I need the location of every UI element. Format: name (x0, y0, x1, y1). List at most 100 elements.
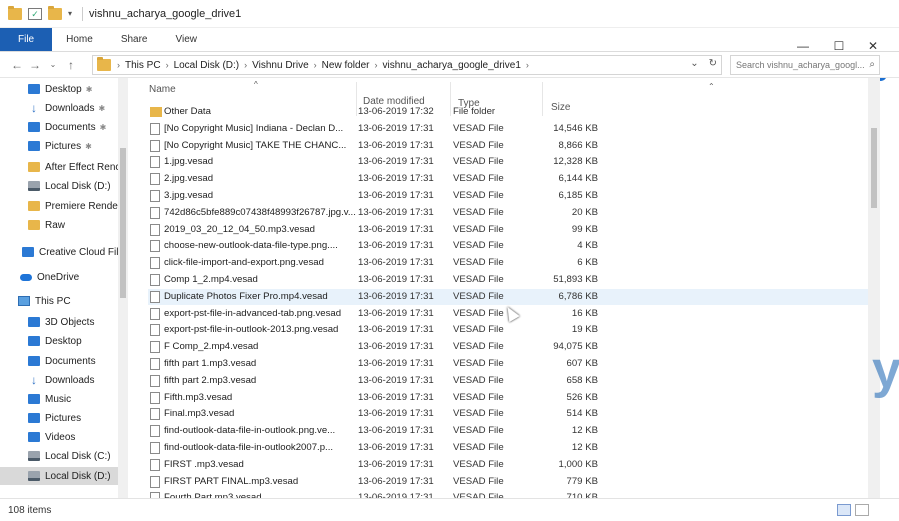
chevron-right-icon[interactable]: › (244, 60, 247, 70)
file-row[interactable]: Final.mp3.vesad 13-06-2019 17:31 VESAD Fil… (148, 406, 868, 422)
nav-item-3d-objects[interactable]: 3D Objects (0, 313, 128, 331)
file-row[interactable]: export-pst-file-in-outlook-2013.png.vesa… (148, 322, 868, 338)
chevron-right-icon[interactable]: › (526, 60, 529, 70)
folder-icon[interactable] (8, 5, 22, 20)
pin-icon[interactable]: ✱ (86, 85, 93, 94)
nav-item-local-disk-c[interactable]: Local Disk (C:) (0, 447, 128, 465)
file-name: [No Copyright Music] Indiana - Declan D.… (164, 122, 344, 134)
nav-item-raw[interactable]: Raw (0, 216, 128, 234)
tab-file[interactable]: File (0, 28, 53, 51)
breadcrumb-this-pc[interactable]: This PC (125, 60, 161, 71)
file-row[interactable]: fifth part 1.mp3.vesad 13-06-2019 17:31 VE… (148, 356, 868, 372)
nav-item-pictures[interactable]: Pictures (0, 409, 128, 427)
breadcrumb-vishnu-drive[interactable]: Vishnu Drive (252, 60, 309, 71)
file-row[interactable]: [No Copyright Music] TAKE THE CHANC... 13… (148, 138, 868, 154)
chevron-right-icon[interactable]: › (374, 60, 377, 70)
file-size: 6,786 KB (558, 290, 598, 302)
address-bar[interactable]: › This PC › Local Disk (D:) › Vishnu Dri… (92, 55, 722, 75)
forward-arrow-icon[interactable]: → (26, 58, 44, 72)
file-size: 526 KB (566, 391, 598, 403)
nav-item-documents[interactable]: Documents ✱ (0, 118, 128, 136)
recent-locations-icon[interactable]: ⌄ (44, 60, 62, 69)
search-icon[interactable]: ⌕ (869, 59, 875, 70)
chevron-right-icon[interactable]: › (117, 60, 120, 70)
back-arrow-icon[interactable]: ← (8, 58, 26, 72)
file-row[interactable]: Fifth.mp3.vesad 13-06-2019 17:31 VESAD Fil… (148, 390, 868, 406)
file-row[interactable]: Other Data 13-06-2019 17:32 File folder (148, 104, 868, 120)
chevron-right-icon[interactable]: › (166, 60, 169, 70)
nav-item-documents[interactable]: Documents (0, 352, 128, 370)
tab-home[interactable]: Home (52, 28, 107, 51)
new-folder-icon[interactable] (48, 5, 62, 20)
nav-item-videos[interactable]: Videos (0, 428, 128, 446)
nav-item-premiere-render[interactable]: Premiere Render (0, 197, 128, 215)
file-row[interactable]: fifth part 2.mp3.vesad 13-06-2019 17:31 VE… (148, 373, 868, 389)
this-pc-icon (18, 296, 30, 306)
nav-item-this-pc[interactable]: This PC (0, 292, 128, 310)
nav-item-label: Local Disk (D:) (45, 180, 111, 192)
nav-scrollbar[interactable] (118, 78, 128, 498)
file-name: FIRST .mp3.vesad (164, 458, 244, 470)
file-icon (150, 391, 160, 404)
file-row[interactable]: Duplicate Photos Fixer Pro.mp4.vesad 13-0… (148, 288, 868, 305)
nav-item-pictures[interactable]: Pictures ✱ (0, 137, 128, 155)
nav-item-downloads[interactable]: ↓ Downloads (0, 371, 128, 389)
breadcrumb-current-folder[interactable]: vishnu_acharya_google_drive1 (382, 60, 520, 71)
file-row[interactable]: Comp 1_2.mp4.vesad 13-06-2019 17:31 VESAD … (148, 272, 868, 288)
file-row[interactable]: FIRST PART FINAL.mp3.vesad 13-06-2019 17:… (148, 474, 868, 490)
nav-item-local-disk-d[interactable]: Local Disk (D:) (0, 177, 128, 195)
file-row[interactable]: 2.jpg.vesad 13-06-2019 17:31 VESAD File 6,1… (148, 171, 868, 187)
up-arrow-icon[interactable]: ↑ (62, 58, 80, 72)
breadcrumb-new-folder[interactable]: New folder (322, 60, 370, 71)
nav-item-after-effect-renc[interactable]: After Effect Renc (0, 158, 128, 176)
file-icon (150, 156, 160, 169)
file-icon (150, 190, 160, 202)
file-row[interactable]: find-outlook-data-file-in-outlook2007.p.… (148, 440, 868, 456)
tab-share[interactable]: Share (107, 28, 162, 51)
nav-item-local-disk-d[interactable]: Local Disk (D:) (0, 467, 128, 485)
file-row[interactable]: click-file-import-and-export.png.vesad 13… (148, 255, 868, 271)
file-row[interactable]: find-outlook-data-file-in-outlook.png.ve… (148, 423, 868, 439)
nav-item-downloads[interactable]: ↓ Downloads ✱ (0, 99, 128, 117)
pin-icon[interactable]: ✱ (100, 123, 107, 132)
file-size: 20 KB (571, 206, 598, 218)
file-row[interactable]: 1.jpg.vesad 13-06-2019 17:31 VESAD File 12,… (148, 154, 868, 170)
nav-item-desktop[interactable]: Desktop (0, 332, 128, 350)
file-row[interactable]: Fourth Part.mp3.vesad 13-06-2019 17:31 VES… (148, 490, 868, 498)
file-row[interactable]: [No Copyright Music] Indiana - Declan D.… (148, 121, 868, 137)
file-size: 51,893 KB (553, 274, 598, 285)
file-size: 94,075 KB (553, 341, 598, 353)
refresh-icon[interactable]: ↻ (709, 58, 717, 69)
pin-icon[interactable]: ✱ (85, 142, 92, 151)
file-row[interactable]: 3.jpg.vesad 13-06-2019 17:31 VESAD File 6,1… (148, 188, 868, 204)
breadcrumb-local-disk-d[interactable]: Local Disk (D:) (174, 60, 240, 71)
file-row[interactable]: 742d86c5bfe889c07438f48993f26787.jpg.v..… (148, 205, 868, 221)
file-date: 13-06-2019 17:31 (358, 223, 434, 235)
file-icon (150, 290, 160, 303)
search-input[interactable]: Search vishnu_acharya_googl... ⌕ (730, 55, 880, 75)
nav-scrollbar-thumb[interactable] (120, 148, 126, 298)
large-icons-view-icon[interactable] (855, 504, 869, 516)
file-row[interactable]: choose-new-outlook-data-file-type.png...… (148, 238, 868, 254)
chevron-right-icon[interactable]: › (314, 60, 317, 70)
collapse-header-icon[interactable]: ⌃ (708, 82, 715, 91)
nav-item-desktop[interactable]: Desktop ✱ (0, 80, 128, 98)
properties-icon[interactable]: ✓ (28, 7, 42, 20)
file-name: Duplicate Photos Fixer Pro.mp4.vesad (164, 290, 328, 302)
nav-item-music[interactable]: Music (0, 390, 128, 408)
address-dropdown-icon[interactable]: ⌄ (690, 58, 698, 69)
nav-item-onedrive[interactable]: OneDrive (0, 268, 128, 286)
nav-item-creative-cloud-fil[interactable]: Creative Cloud Fil (0, 243, 128, 261)
file-list-scrollbar[interactable] (868, 78, 880, 498)
file-row[interactable]: FIRST .mp3.vesad 13-06-2019 17:31 VESAD Fi… (148, 457, 868, 473)
file-name: export-pst-file-in-advanced-tab.png.vesa… (164, 307, 342, 319)
pin-icon[interactable]: ✱ (98, 104, 105, 113)
file-row[interactable]: F Comp_2.mp4.vesad 13-06-2019 17:31 VESAD … (148, 339, 868, 355)
tab-view[interactable]: View (162, 28, 212, 51)
details-view-icon[interactable] (837, 504, 851, 516)
customize-quick-access-icon[interactable]: ▾ (68, 9, 72, 18)
download-arrow-icon: ↓ (31, 101, 37, 115)
column-header-name[interactable]: Name (149, 84, 176, 95)
file-list-scrollbar-thumb[interactable] (871, 128, 877, 208)
file-row[interactable]: 2019_03_20_12_04_50.mp3.vesad 13-06-2019 … (148, 222, 868, 238)
